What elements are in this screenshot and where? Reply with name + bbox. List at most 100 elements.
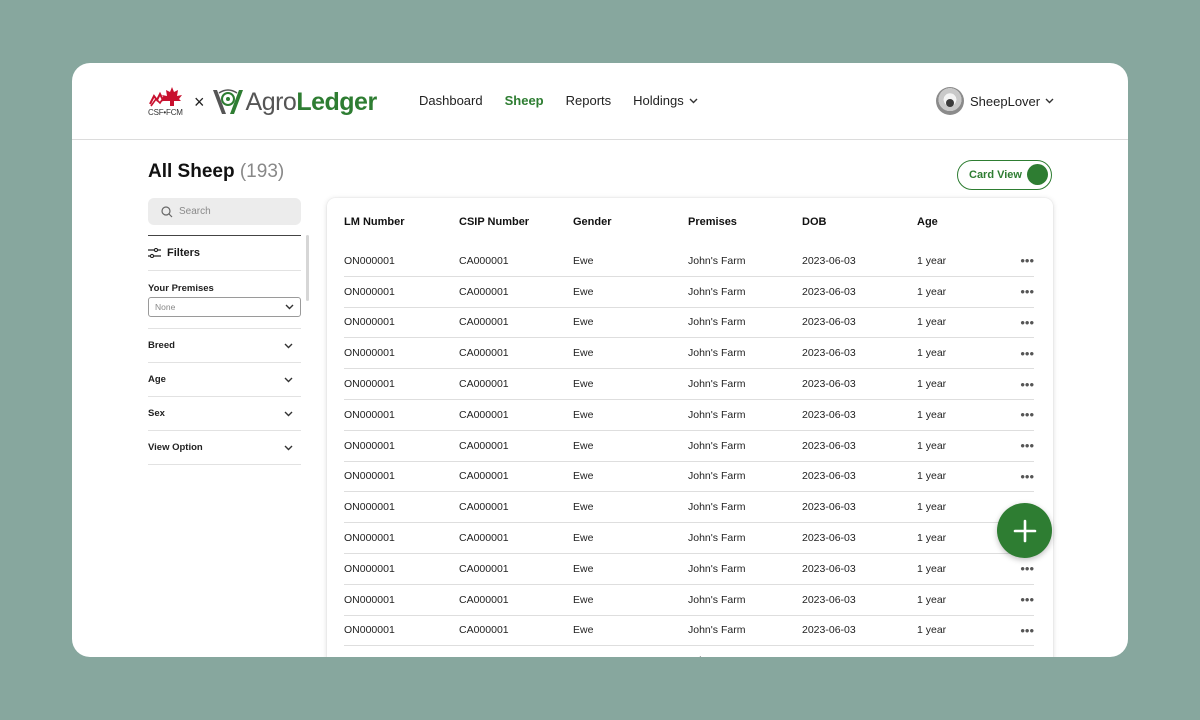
table-cell: John's Farm xyxy=(688,593,746,606)
table-cell: 2023-06-03 xyxy=(802,285,856,298)
table-cell: ON000001 xyxy=(344,254,395,267)
table-row[interactable]: ON000001CA000001EweJohn's Farm2023-06-03… xyxy=(344,616,1034,647)
table-cell: John's Farm xyxy=(688,347,746,360)
table-row[interactable]: ON000001CA000001EweJohn's Farm2023-06-03… xyxy=(344,246,1034,277)
column-header[interactable]: Gender xyxy=(573,216,688,228)
page-title: All Sheep (193) xyxy=(148,161,284,183)
table-cell: Ewe xyxy=(573,562,594,575)
table-row[interactable]: ON000001CA000001EweJohn's Farm2023-06-03… xyxy=(344,369,1034,400)
search-box[interactable] xyxy=(148,198,301,225)
table-row[interactable]: ON000001CA000001EweJohn's Farm2023-06-03… xyxy=(344,492,1034,524)
table-cell: 2023-06-03 xyxy=(802,593,856,606)
table-row[interactable]: ON000001CA000001EweJohn's Farm2023-06-03… xyxy=(344,431,1034,462)
nav-reports[interactable]: Reports xyxy=(566,93,612,108)
table-row[interactable]: ON000001CA000001EweJohn's Farm2023-06-03… xyxy=(344,585,1034,616)
table-cell: 2023-06-03 xyxy=(802,378,856,391)
row-actions-button[interactable]: ••• xyxy=(1009,592,1034,607)
column-header[interactable]: Premises xyxy=(688,216,802,228)
table-cell: 1 year xyxy=(917,439,947,452)
table-row[interactable]: ON000001CA000001EweJohn's Farm2023-06-03… xyxy=(344,554,1034,585)
table-row[interactable]: ON000001CA000001EweJohn's Farm2023-06-03… xyxy=(344,646,1034,657)
table-row[interactable]: ON000001CA000001EweJohn's Farm2023-06-03… xyxy=(344,308,1034,339)
row-actions-button[interactable]: ••• xyxy=(1009,469,1034,484)
sliders-icon xyxy=(148,248,161,258)
table-cell: ON000001 xyxy=(344,347,395,360)
table-cell: 1 year xyxy=(917,624,947,637)
column-header[interactable]: DOB xyxy=(802,216,917,228)
nav-holdings[interactable]: Holdings xyxy=(633,93,698,108)
filters-header: Filters xyxy=(148,236,301,271)
row-actions-button[interactable]: ••• xyxy=(1009,253,1034,268)
table-cell: John's Farm xyxy=(688,470,746,483)
wordmark-part1: Agro xyxy=(245,87,297,116)
add-sheep-button[interactable] xyxy=(997,503,1052,558)
table-row[interactable]: ON000001 CA000001 Ewe John's Farm 2023-06-03… xyxy=(344,400,1034,431)
table-cell: John's Farm xyxy=(688,501,746,514)
filter-age[interactable]: Age xyxy=(148,363,301,397)
table-cell: CA000001 xyxy=(459,347,509,360)
table-cell: Ewe xyxy=(573,593,594,606)
maple-leaf-icon xyxy=(149,87,182,107)
row-actions-button[interactable]: ••• xyxy=(1009,315,1034,330)
table-cell: John's Farm xyxy=(688,254,746,267)
table-cell: 2023-06-03 xyxy=(802,532,856,545)
column-header[interactable]: LM Number xyxy=(344,216,459,228)
table-cell: 2023-06-03 xyxy=(802,562,856,575)
table-row[interactable]: ON000001CA000001EweJohn's Farm2023-06-03… xyxy=(344,277,1034,308)
filter-breed[interactable]: Breed xyxy=(148,329,301,363)
sidebar-scrollbar[interactable] xyxy=(306,235,309,301)
sheep-table: LM Number CSIP Number Gender Premises DO… xyxy=(344,198,1034,657)
table-row[interactable]: ON000001CA000001EweJohn's Farm2023-06-03… xyxy=(344,523,1034,554)
table-row[interactable]: ON000001CA000001EweJohn's Farm2023-06-03… xyxy=(344,338,1034,370)
table-cell: CA000001 xyxy=(459,408,509,421)
table-cell: John's Farm xyxy=(688,624,746,637)
filter-label: Age xyxy=(148,374,166,385)
brand-logos[interactable]: CSF•FCM × AgroLedger xyxy=(148,85,377,119)
table-cell: John's Farm xyxy=(688,378,746,391)
search-icon xyxy=(161,205,173,217)
nav-dashboard[interactable]: Dashboard xyxy=(419,93,483,108)
table-cell: CA000001 xyxy=(459,254,509,267)
filter-sidebar: Filters Your Premises None Breed Age Sex… xyxy=(148,198,301,465)
csf-logo: CSF•FCM xyxy=(148,86,186,118)
nav-sheep[interactable]: Sheep xyxy=(505,93,544,108)
nav-label: Holdings xyxy=(633,93,684,108)
table-cell: 1 year xyxy=(917,408,947,421)
column-header[interactable]: Age xyxy=(917,216,1009,228)
row-actions-button[interactable]: ••• xyxy=(1009,438,1034,453)
table-cell: 2023-06-03 xyxy=(802,408,856,421)
filter-label: View Option xyxy=(148,442,203,453)
table-cell: ON000001 xyxy=(344,439,395,452)
nav-label: Dashboard xyxy=(419,93,483,108)
row-actions-button[interactable]: ••• xyxy=(1009,623,1034,638)
table-cell: 1 year xyxy=(917,655,1009,657)
table-cell: ON000001 xyxy=(344,562,395,575)
row-actions-button[interactable]: ••• xyxy=(1009,284,1034,299)
column-header[interactable]: CSIP Number xyxy=(459,216,573,228)
filter-view-option[interactable]: View Option xyxy=(148,431,301,465)
premises-value: None xyxy=(155,302,176,312)
row-actions-button[interactable]: ••• xyxy=(1009,407,1034,422)
row-actions-button[interactable]: ••• xyxy=(1009,377,1034,392)
table-cell: ON000001 xyxy=(344,408,395,421)
table-cell: 2023-06-03 xyxy=(802,439,856,452)
table-cell: John's Farm xyxy=(688,408,746,421)
row-actions-button[interactable]: ••• xyxy=(1009,654,1034,657)
card-view-toggle[interactable]: Card View xyxy=(957,160,1052,190)
premises-select[interactable]: None xyxy=(148,297,301,317)
table-cell: 1 year xyxy=(917,501,947,514)
table-cell: 2023-06-03 xyxy=(802,254,856,267)
row-actions-button[interactable]: ••• xyxy=(1009,346,1034,361)
page-title-text: All Sheep xyxy=(148,161,235,182)
table-cell: 2023-06-03 xyxy=(802,655,917,657)
toggle-label: Card View xyxy=(969,169,1022,181)
table-cell: Ewe xyxy=(573,347,594,360)
table-cell: Ewe xyxy=(573,501,594,514)
search-input[interactable] xyxy=(179,206,289,217)
user-menu[interactable]: SheepLover xyxy=(936,87,1054,115)
table-cell: Ewe xyxy=(573,408,594,421)
filter-sex[interactable]: Sex xyxy=(148,397,301,431)
app-window: CSF•FCM × AgroLedger Dashboard Sheep Rep… xyxy=(72,63,1128,657)
row-actions-button[interactable]: ••• xyxy=(1009,561,1034,576)
table-row[interactable]: ON000001CA000001EweJohn's Farm2023-06-03… xyxy=(344,462,1034,493)
